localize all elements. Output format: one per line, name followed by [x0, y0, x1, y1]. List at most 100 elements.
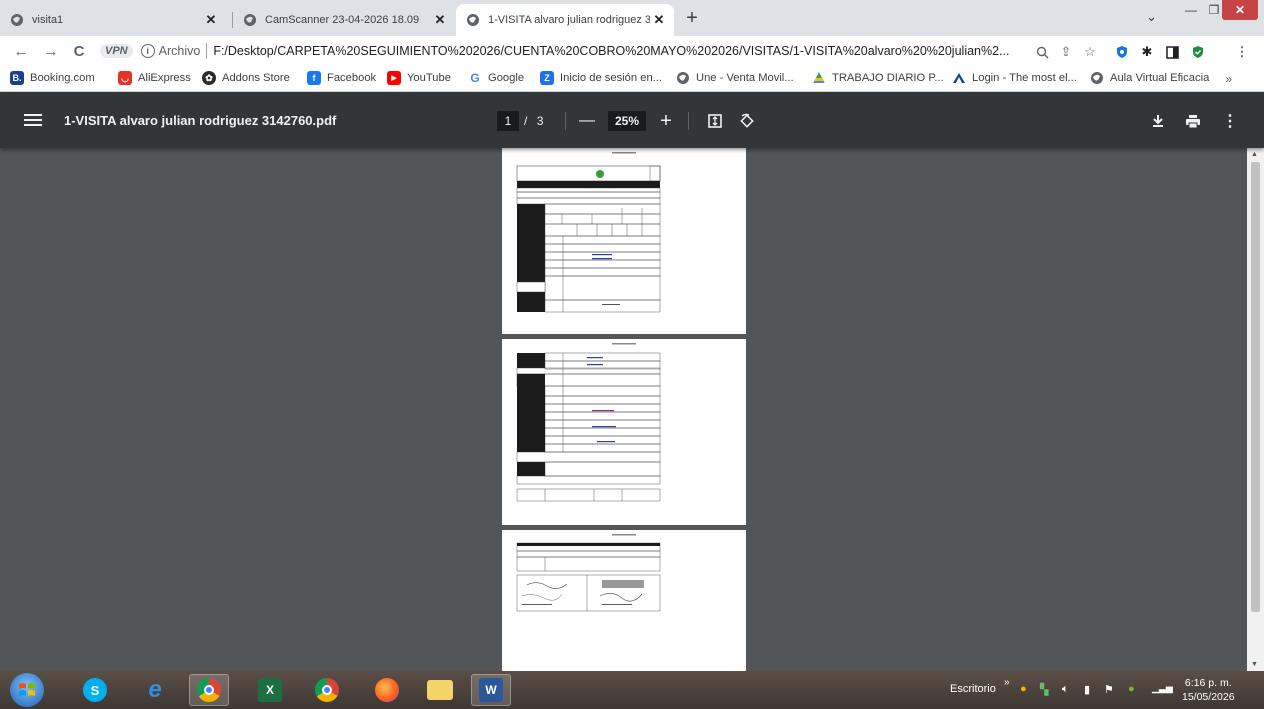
action-center-flag-icon[interactable]: ⚑	[1104, 683, 1114, 696]
address-bar[interactable]: VPN i Archivo F:/Desktop/CARPETA%20SEGUI…	[100, 38, 1100, 64]
taskbar-file-explorer[interactable]	[420, 674, 460, 706]
addons-icon: ✿	[202, 71, 216, 85]
download-icon[interactable]	[1148, 111, 1168, 131]
facebook-icon: f	[307, 71, 321, 85]
hamburger-menu-icon[interactable]	[24, 111, 42, 129]
taskbar-firefox[interactable]	[367, 674, 407, 706]
taskbar-chrome[interactable]	[307, 674, 347, 706]
login-icon: Z	[540, 71, 554, 85]
url-text[interactable]: F:/Desktop/CARPETA%20SEGUIMIENTO%202026/…	[213, 44, 1023, 58]
menu-kebab-icon[interactable]: ⋮	[1234, 44, 1250, 60]
pdf-page-3[interactable]	[502, 530, 746, 671]
security-tray-icon[interactable]: ●	[1128, 683, 1135, 695]
bookmark-inicio-sesion[interactable]: Z Inicio de sesión en...	[540, 71, 662, 85]
tab-camscanner[interactable]: CamScanner 23-04-2026 18.09 ✕	[233, 4, 455, 36]
toolbar-expand-icon[interactable]: »	[1004, 677, 1010, 688]
close-tab-icon[interactable]: ✕	[202, 11, 220, 29]
bookmark-label: TRABAJO DIARIO P...	[832, 72, 944, 84]
system-clock[interactable]: 6:16 p. m. 15/05/2026	[1182, 676, 1235, 704]
globe-icon	[1090, 71, 1104, 85]
taskbar-chrome-active[interactable]	[189, 674, 229, 706]
skype-icon: S	[83, 678, 107, 702]
bookmark-label: Inicio de sesión en...	[560, 72, 662, 84]
bookmark-facebook[interactable]: f Facebook	[307, 71, 376, 85]
close-tab-icon[interactable]: ✕	[431, 11, 449, 29]
globe-icon	[243, 13, 257, 27]
zoom-out-button[interactable]: —	[578, 111, 596, 131]
start-button[interactable]	[10, 673, 44, 707]
tab-visita1[interactable]: visita1 ✕	[0, 4, 226, 36]
clock-date: 15/05/2026	[1182, 691, 1235, 703]
back-button[interactable]: ←	[10, 40, 32, 62]
tab-strip: visita1 ✕ CamScanner 23-04-2026 18.09 ✕ …	[0, 0, 1264, 36]
bookmark-label: Aula Virtual Eficacia	[1110, 72, 1210, 84]
info-icon[interactable]: i	[140, 44, 155, 58]
bookmark-label: YouTube	[407, 72, 451, 84]
google-icon: G	[468, 71, 482, 85]
print-icon[interactable]	[1182, 111, 1204, 131]
vertical-scrollbar[interactable]: ▲ ▼	[1247, 148, 1264, 671]
pdf-viewer[interactable]: ▲ ▼	[0, 148, 1264, 671]
login-site-icon	[952, 71, 966, 85]
extensions-puzzle-icon[interactable]: ✱	[1139, 44, 1155, 60]
bookmark-aliexpress[interactable]: ◡ AliExpress	[118, 71, 191, 85]
taskbar-excel[interactable]: X	[250, 674, 290, 706]
bookmark-addons[interactable]: ✿ Addons Store	[202, 71, 290, 85]
page-separator: /	[524, 114, 528, 128]
tab-visita-pdf[interactable]: 1-VISITA alvaro julian rodriguez 3 ✕	[456, 4, 674, 36]
more-bookmarks-icon[interactable]: »	[1225, 72, 1232, 86]
bookmark-youtube[interactable]: ▶ YouTube	[387, 71, 451, 85]
bookmark-login-most[interactable]: Login - The most el...	[952, 71, 1077, 85]
pdf-page-2[interactable]	[502, 339, 746, 525]
share-icon[interactable]: ⇪	[1058, 44, 1074, 60]
taskbar-skype[interactable]: S	[75, 674, 115, 706]
rotate-icon[interactable]	[737, 111, 757, 131]
bookmark-une[interactable]: Une - Venta Movil...	[676, 71, 794, 85]
scrollbar-thumb[interactable]	[1251, 162, 1260, 612]
bookmark-aula-virtual[interactable]: Aula Virtual Eficacia	[1090, 71, 1209, 85]
bookmark-booking[interactable]: B. Booking.com	[10, 71, 95, 85]
tab-title: 1-VISITA alvaro julian rodriguez 3	[488, 14, 650, 26]
page-3-content	[516, 534, 661, 612]
bookmark-google[interactable]: G Google	[468, 71, 524, 85]
zoom-level-input[interactable]: 25%	[608, 111, 646, 131]
signal-icon[interactable]: ▁▃▅	[1152, 683, 1173, 694]
bookmark-label: Google	[488, 72, 525, 84]
zoom-in-button[interactable]: +	[657, 110, 675, 132]
scroll-down-arrow-icon[interactable]: ▼	[1251, 661, 1258, 668]
zoom-icon[interactable]	[1034, 44, 1050, 60]
close-tab-icon[interactable]: ✕	[650, 11, 668, 29]
word-icon: W	[479, 678, 503, 702]
tray-app-icon[interactable]: ●	[1020, 683, 1027, 695]
more-options-icon[interactable]: ⋮	[1222, 111, 1238, 131]
new-tab-button[interactable]: +	[680, 6, 704, 30]
tab-search-chevron-icon[interactable]: ⌄	[1146, 9, 1157, 25]
extension-shield-icon[interactable]	[1114, 44, 1130, 60]
pdf-toolbar: 1-VISITA alvaro julian rodriguez 3142760…	[0, 92, 1264, 148]
taskbar-internet-explorer[interactable]: e	[135, 674, 175, 706]
desktop-toolbar-label[interactable]: Escritorio	[950, 683, 996, 695]
power-icon[interactable]: ▮	[1084, 683, 1090, 696]
internet-explorer-icon: e	[148, 676, 162, 703]
pdf-page-1[interactable]	[502, 148, 746, 334]
windows-logo-icon	[19, 683, 35, 696]
scroll-up-arrow-icon[interactable]: ▲	[1251, 151, 1258, 158]
network-tray-icon[interactable]: ▚	[1040, 683, 1048, 696]
page-number-input[interactable]: 1	[497, 111, 519, 131]
bookmark-label: Booking.com	[30, 72, 95, 84]
page-2-content	[516, 343, 661, 502]
vpn-badge[interactable]: VPN	[100, 44, 133, 58]
minimize-button[interactable]: —	[1180, 0, 1202, 20]
toolbar-divider	[565, 112, 566, 130]
taskbar-word[interactable]: W	[471, 674, 511, 706]
bookmark-trabajo-diario[interactable]: TRABAJO DIARIO P...	[812, 71, 944, 85]
drive-icon	[812, 71, 826, 85]
close-window-button[interactable]: ✕	[1222, 0, 1258, 20]
side-panel-icon[interactable]	[1164, 44, 1180, 60]
forward-button[interactable]: →	[40, 40, 62, 62]
fit-page-icon[interactable]	[705, 111, 725, 131]
bookmark-star-icon[interactable]: ☆	[1082, 44, 1098, 60]
reload-button[interactable]: C	[68, 40, 90, 62]
volume-icon[interactable]: 🔈︎	[1062, 683, 1069, 696]
security-check-icon[interactable]	[1190, 44, 1206, 60]
